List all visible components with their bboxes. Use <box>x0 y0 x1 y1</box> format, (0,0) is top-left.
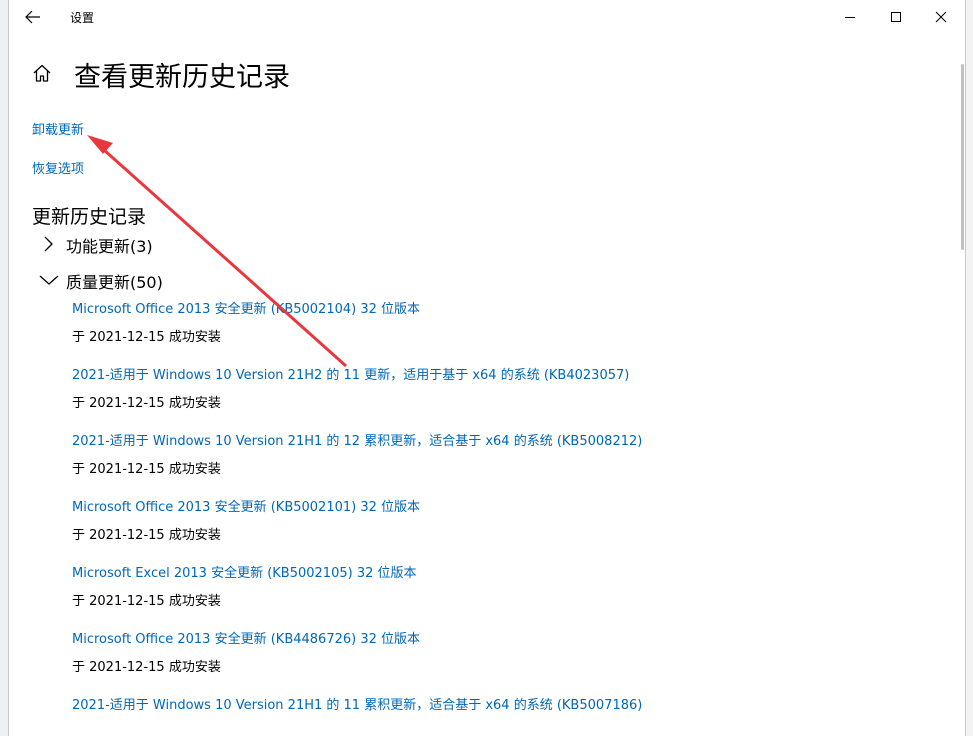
minimize-button[interactable] <box>828 4 872 30</box>
background-window-left <box>0 0 9 736</box>
back-arrow-icon <box>25 10 40 24</box>
minimize-icon <box>845 17 855 18</box>
app-title: 设置 <box>70 11 95 25</box>
update-title-link[interactable]: 2021-适用于 Windows 10 Version 21H1 的 12 累积… <box>72 430 642 449</box>
quality-updates-list: Microsoft Office 2013 安全更新 (KB5002104) 3… <box>72 298 952 736</box>
update-title-link[interactable]: Microsoft Office 2013 安全更新 (KB4486726) 3… <box>72 628 420 647</box>
maximize-button[interactable] <box>874 4 918 30</box>
back-button[interactable] <box>23 8 43 26</box>
update-status: 于 2021-12-15 成功安装 <box>72 462 221 477</box>
close-icon <box>935 11 947 23</box>
update-status: 于 2021-12-15 成功安装 <box>72 396 221 411</box>
maximize-icon <box>891 12 901 22</box>
update-status: 于 2021-12-15 成功安装 <box>72 660 221 675</box>
update-title-link[interactable]: Microsoft Office 2013 安全更新 (KB5002104) 3… <box>72 298 420 317</box>
update-status: 于 2021-12-15 成功安装 <box>72 594 221 609</box>
list-item: Microsoft Office 2013 安全更新 (KB5002104) 3… <box>72 298 952 364</box>
list-item: 2021-适用于 Windows 10 Version 21H2 的 11 更新… <box>72 364 952 430</box>
settings-window: 设置 查看更新历史记录 卸载更新 恢复选项 更新历史记录 功能更新(3) 质量更… <box>9 0 965 736</box>
list-item: Microsoft Excel 2013 安全更新 (KB5002105) 32… <box>72 562 952 628</box>
update-title-link[interactable]: Microsoft Excel 2013 安全更新 (KB5002105) 32… <box>72 562 417 581</box>
feature-updates-label: 功能更新(3) <box>66 237 153 256</box>
update-status: 于 2021-12-15 成功安装 <box>72 330 221 345</box>
home-button[interactable] <box>31 62 53 84</box>
home-icon <box>33 64 51 82</box>
chevron-right-icon <box>44 236 53 252</box>
list-item: 2021-适用于 Windows 10 Version 21H1 的 12 累积… <box>72 430 952 496</box>
quality-updates-label: 质量更新(50) <box>66 273 163 292</box>
update-status: 于 2021-12-15 成功安装 <box>72 528 221 543</box>
page-title: 查看更新历史记录 <box>74 62 290 93</box>
update-title-link[interactable]: Microsoft Office 2013 安全更新 (KB5002101) 3… <box>72 496 420 515</box>
chevron-down-icon <box>39 275 59 285</box>
scrollbar-thumb[interactable] <box>961 64 964 250</box>
update-history-title: 更新历史记录 <box>32 206 147 228</box>
list-item: 2021-适用于 Windows 10 Version 21H1 的 11 累积… <box>72 694 952 736</box>
background-window-right <box>965 0 973 736</box>
update-title-link[interactable]: 2021-适用于 Windows 10 Version 21H2 的 11 更新… <box>72 364 629 383</box>
vertical-scrollbar[interactable] <box>960 34 965 736</box>
uninstall-updates-link[interactable]: 卸载更新 <box>32 119 84 138</box>
close-button[interactable] <box>919 4 963 30</box>
recovery-options-link[interactable]: 恢复选项 <box>32 158 84 177</box>
list-item: Microsoft Office 2013 安全更新 (KB5002101) 3… <box>72 496 952 562</box>
update-title-link[interactable]: 2021-适用于 Windows 10 Version 21H1 的 11 累积… <box>72 694 642 713</box>
title-bar: 设置 <box>9 0 965 34</box>
list-item: Microsoft Office 2013 安全更新 (KB4486726) 3… <box>72 628 952 694</box>
